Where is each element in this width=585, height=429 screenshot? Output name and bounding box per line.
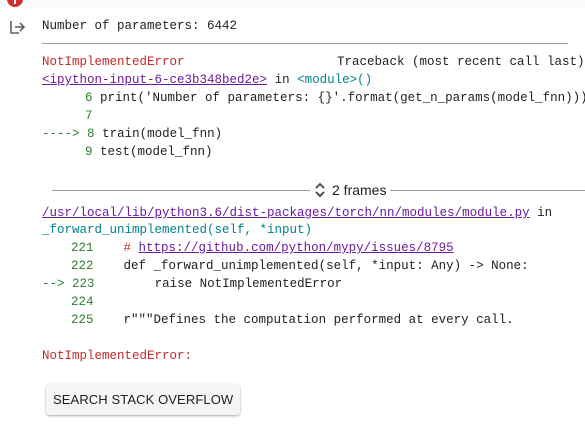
search-stack-overflow-button[interactable]: SEARCH STACK OVERFLOW bbox=[46, 384, 241, 415]
func-ref: _forward_unimplemented(self, *input) bbox=[42, 223, 313, 237]
line-number: 225 bbox=[71, 313, 94, 327]
code-line-222: 222 def _forward_unimplemented(self, *in… bbox=[71, 259, 529, 274]
final-error-line: NotImplementedError: bbox=[42, 349, 193, 363]
line-number: 224 bbox=[71, 295, 94, 309]
line-number: 222 bbox=[71, 259, 94, 273]
comment-prefix: # bbox=[123, 241, 139, 255]
module-path-line: /usr/local/lib/python3.6/dist-packages/t… bbox=[42, 206, 552, 221]
module-ref: <module>() bbox=[297, 73, 373, 87]
traceback-header: Traceback (most recent call last) bbox=[337, 55, 585, 69]
module-path-link[interactable]: /usr/local/lib/python3.6/dist-packages/t… bbox=[42, 206, 530, 220]
code-line-9: 9 test(model_fnn) bbox=[85, 145, 213, 160]
output-arrow-icon bbox=[10, 21, 26, 34]
line-number: 9 bbox=[85, 145, 93, 159]
line-number: 223 bbox=[72, 277, 95, 291]
current-line-arrow: ----> bbox=[42, 127, 80, 141]
code-line-8: ----> 8 train(model_fnn) bbox=[42, 127, 222, 142]
output-divider bbox=[42, 43, 568, 44]
code-text: def _forward_unimplemented(self, *input:… bbox=[123, 259, 529, 273]
code-text: print('Number of parameters: {}'.format(… bbox=[100, 91, 585, 105]
cell-top-edge bbox=[0, 0, 585, 8]
func-ref-line: _forward_unimplemented(self, *input) bbox=[42, 223, 312, 238]
params-output-line: Number of parameters: 6442 bbox=[42, 19, 238, 33]
error-name: NotImplementedError bbox=[42, 55, 185, 69]
code-line-221: 221 # https://github.com/python/mypy/iss… bbox=[71, 241, 454, 256]
code-line-6: 6 print('Number of parameters: {}'.forma… bbox=[85, 91, 585, 106]
code-line-223: --> 223 raise NotImplementedError bbox=[42, 277, 342, 292]
in-word: in bbox=[537, 206, 553, 220]
expand-frames-toggle[interactable]: 2 frames bbox=[310, 181, 391, 199]
line-number: 221 bbox=[71, 241, 94, 255]
line-number: 6 bbox=[85, 91, 93, 105]
code-text: r"""Defines the computation performed at… bbox=[123, 313, 514, 327]
current-line-arrow: --> bbox=[42, 277, 65, 291]
code-text: train(model_fnn) bbox=[102, 127, 223, 141]
ipython-input-link[interactable]: <ipython-input-6-ce3b348bed2e> bbox=[42, 73, 267, 87]
mypy-issue-link[interactable]: https://github.com/python/mypy/issues/87… bbox=[139, 241, 454, 255]
code-text: raise NotImplementedError bbox=[154, 277, 343, 291]
traceback-location: <ipython-input-6-ce3b348bed2e> in <modul… bbox=[42, 73, 372, 88]
line-number: 7 bbox=[85, 109, 93, 123]
frames-label: 2 frames bbox=[332, 182, 387, 198]
code-line-224: 224 bbox=[71, 295, 94, 310]
line-number: 8 bbox=[87, 127, 95, 141]
in-word: in bbox=[274, 73, 290, 87]
code-line-7: 7 bbox=[85, 109, 93, 124]
code-line-225: 225 r"""Defines the computation performe… bbox=[71, 313, 514, 328]
unfold-icon bbox=[315, 182, 325, 198]
code-text: test(model_fnn) bbox=[100, 145, 213, 159]
